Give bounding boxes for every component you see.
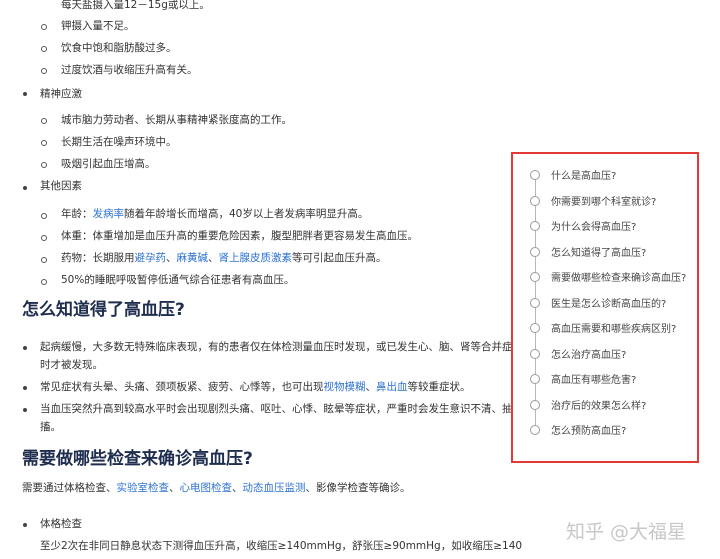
toc-item-label: 需要做哪些检查来确诊高血压? xyxy=(551,273,687,284)
toc-dot-icon xyxy=(530,221,540,231)
toc-item-what-is[interactable]: 什么是高血压? xyxy=(528,165,698,185)
sub-list-text: 长期生活在噪声环境中。 xyxy=(61,136,177,148)
toc-item-label: 高血压有哪些危害? xyxy=(551,375,637,386)
sub-list-text: 过度饮酒与收缩压升高有关。 xyxy=(61,64,198,76)
paragraph-line: 搐。 xyxy=(40,421,61,433)
p2-prefix: 常见症状有头晕、头痛、颈项板紧、疲劳、心悸等，也可出现 xyxy=(40,381,324,393)
toc-item-causes[interactable]: 为什么会得高血压? xyxy=(528,216,698,236)
sep: 、 xyxy=(365,381,377,393)
toc-item-department[interactable]: 你需要到哪个科室就诊? xyxy=(528,191,698,211)
sub-list-text: 钾摄入量不足。 xyxy=(61,20,135,32)
article-body: 每天盐摄入量12－15g或以上。 钾摄入量不足。 饮食中饱和脂肪酸过多。 过度饮… xyxy=(0,0,522,559)
toc-item-symptoms[interactable]: 怎么知道得了高血压? xyxy=(528,242,698,262)
sub-list-text: 50%的睡眠呼吸暂停低通气综合征患者有高血压。 xyxy=(61,274,295,286)
toc-dot-icon xyxy=(530,272,540,282)
paragraph-line: 起病缓慢，大多数无特殊临床表现，有的患者仅在体检测量血压时发现，或已发生心、脑、… xyxy=(40,341,513,353)
sub-list-text: 吸烟引起血压增高。 xyxy=(61,158,156,170)
list-bullet xyxy=(23,523,27,527)
p2-suffix: 等较重症状。 xyxy=(407,381,471,393)
link-ephedrine[interactable]: 麻黄碱 xyxy=(177,252,209,264)
sep: 、 xyxy=(208,252,219,264)
toc-dot-icon xyxy=(530,196,540,206)
toc-item-outcome[interactable]: 治疗后的效果怎么样? xyxy=(528,395,698,415)
list-item-label: 其他因素 xyxy=(40,180,82,192)
sub-bullet xyxy=(41,68,47,74)
sub-bullet xyxy=(41,257,47,263)
sub-list-text: 每天盐摄入量12－15g或以上。 xyxy=(61,0,210,11)
intro-suffix: 、影像学检查等确诊。 xyxy=(305,482,411,494)
link-incidence[interactable]: 发病率 xyxy=(93,208,125,220)
link-ecg[interactable]: 心电图检查 xyxy=(180,482,233,494)
link-blurred-vision[interactable]: 视物模糊 xyxy=(324,381,366,393)
sub-bullet xyxy=(41,279,47,285)
paragraph-line: 当血压突然升高到较高水平时会出现剧烈头痛、呕吐、心悸、眩晕等症状，严重时会发生意… xyxy=(40,403,513,415)
sub-bullet xyxy=(41,46,47,52)
list-bullet xyxy=(23,408,27,412)
table-of-contents: 什么是高血压? 你需要到哪个科室就诊? 为什么会得高血压? 怎么知道得了高血压?… xyxy=(511,152,699,463)
paragraph-line: 需要通过体格检查、实验室检查、心电图检查、动态血压监测、影像学检查等确诊。 xyxy=(22,481,411,495)
list-item-label: 体格检查 xyxy=(40,518,82,530)
list-bullet xyxy=(23,186,27,190)
sub-list-text: 饮食中饱和脂肪酸过多。 xyxy=(61,42,177,54)
toc-item-label: 你需要到哪个科室就诊? xyxy=(551,197,657,208)
drug-suffix: 等可引起血压升高。 xyxy=(292,252,387,264)
sep: 、 xyxy=(166,252,177,264)
sub-bullet xyxy=(41,235,47,241)
link-nosebleed[interactable]: 鼻出血 xyxy=(376,381,408,393)
sub-bullet xyxy=(41,213,47,219)
paragraph-line: 至少2次在非同日静息状态下测得血压升高，收缩压≥140mmHg，舒张压≥90mm… xyxy=(40,540,523,552)
age-suffix: 随着年龄增长而增高，40岁以上者发病率明显升高。 xyxy=(124,208,369,220)
toc-item-label: 什么是高血压? xyxy=(551,171,617,182)
toc-dot-icon xyxy=(530,374,540,384)
sub-list-text: 城市脑力劳动者、长期从事精神紧张度高的工作。 xyxy=(61,114,292,126)
drug-prefix: 药物：长期服用 xyxy=(61,252,135,264)
list-bullet xyxy=(23,346,27,350)
zhihu-watermark: 知乎 @大福星 xyxy=(566,521,687,543)
list-bullet xyxy=(23,386,27,390)
toc-item-treatment[interactable]: 怎么治疗高血压? xyxy=(528,344,698,364)
sub-bullet xyxy=(41,118,47,124)
toc-item-label: 治疗后的效果怎么样? xyxy=(551,401,647,412)
sub-bullet xyxy=(41,24,47,30)
toc-item-label: 为什么会得高血压? xyxy=(551,222,637,233)
section-heading-diagnose: 怎么知道得了高血压? xyxy=(22,300,185,320)
toc-item-label: 怎么知道得了高血压? xyxy=(551,248,647,259)
toc-dot-icon xyxy=(530,170,540,180)
sub-list-text: 药物：长期服用避孕药、麻黄碱、肾上腺皮质激素等可引起血压升高。 xyxy=(61,251,387,265)
link-corticosteroid[interactable]: 肾上腺皮质激素 xyxy=(219,252,293,264)
toc-item-label: 怎么治疗高血压? xyxy=(551,350,627,361)
toc-item-differential[interactable]: 高血压需要和哪些疾病区别? xyxy=(528,318,698,338)
toc-dot-icon xyxy=(530,323,540,333)
toc-item-diagnosis[interactable]: 医生是怎么诊断高血压的? xyxy=(528,293,698,313)
link-ambulatory-bp[interactable]: 动态血压监测 xyxy=(243,482,306,494)
paragraph-line: 时才被发现。 xyxy=(40,359,103,371)
toc-dot-icon xyxy=(530,349,540,359)
sub-bullet xyxy=(41,162,47,168)
section-heading-exams: 需要做哪些检查来确诊高血压? xyxy=(22,449,253,469)
list-bullet xyxy=(23,92,27,96)
toc-item-harms[interactable]: 高血压有哪些危害? xyxy=(528,369,698,389)
link-contraceptive[interactable]: 避孕药 xyxy=(135,252,167,264)
toc-item-label: 医生是怎么诊断高血压的? xyxy=(551,299,667,310)
toc-dot-icon xyxy=(530,247,540,257)
toc-item-exams[interactable]: 需要做哪些检查来确诊高血压? xyxy=(528,267,698,287)
toc-dot-icon xyxy=(530,400,540,410)
toc-item-prevention[interactable]: 怎么预防高血压? xyxy=(528,420,698,440)
toc-item-label: 高血压需要和哪些疾病区别? xyxy=(551,324,677,335)
age-prefix: 年龄： xyxy=(61,208,93,220)
list-item-label: 精神应激 xyxy=(40,88,82,100)
toc-dot-icon xyxy=(530,425,540,435)
link-lab-test[interactable]: 实验室检查 xyxy=(117,482,170,494)
intro-prefix: 需要通过体格检查、 xyxy=(22,482,117,494)
toc-item-label: 怎么预防高血压? xyxy=(551,426,627,437)
paragraph-line: 常见症状有头晕、头痛、颈项板紧、疲劳、心悸等，也可出现视物模糊、鼻出血等较重症状… xyxy=(40,380,471,394)
sub-list-text: 体重：体重增加是血压升高的重要危险因素，腹型肥胖者更容易发生高血压。 xyxy=(61,230,418,242)
sub-bullet xyxy=(41,140,47,146)
sep: 、 xyxy=(169,482,180,494)
toc-dot-icon xyxy=(530,298,540,308)
sep: 、 xyxy=(232,482,243,494)
sub-list-text: 年龄：发病率随着年龄增长而增高，40岁以上者发病率明显升高。 xyxy=(61,207,368,221)
